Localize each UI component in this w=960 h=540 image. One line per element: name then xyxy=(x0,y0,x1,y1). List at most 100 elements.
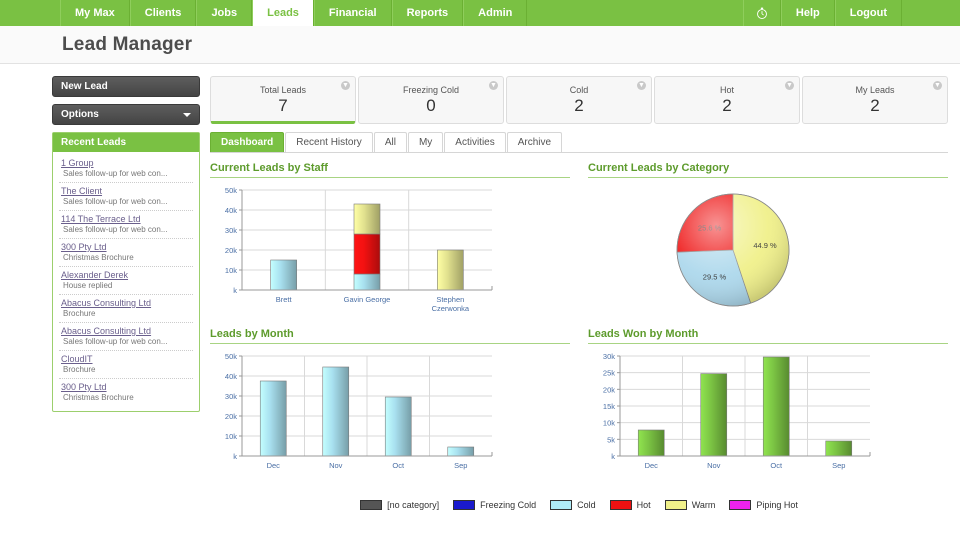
close-icon[interactable]: ▼ xyxy=(341,81,350,90)
recent-leads-heading: Recent Leads xyxy=(53,133,199,152)
nav-left-spacer xyxy=(0,0,60,26)
stat-card-hot[interactable]: ▼ Hot 2 xyxy=(654,76,800,124)
tab-recent-history[interactable]: Recent History xyxy=(285,132,373,152)
chart-title: Current Leads by Category xyxy=(588,162,948,178)
nav-item-leads[interactable]: Leads xyxy=(252,0,314,26)
lead-link[interactable]: Alexander Derek xyxy=(61,270,191,280)
tab-activities[interactable]: Activities xyxy=(444,132,505,152)
chart-grid: Current Leads by Staff k10k20k30k40k50kB… xyxy=(210,162,948,490)
list-item[interactable]: Abacus Consulting Ltd Brochure xyxy=(59,295,193,323)
svg-text:Nov: Nov xyxy=(329,461,343,470)
list-item[interactable]: 300 Pty Ltd Christmas Brochure xyxy=(59,239,193,267)
chart-canvas: k10k20k30k40k50kBrettGavin GeorgeStephen… xyxy=(210,182,570,324)
list-item[interactable]: The Client Sales follow-up for web con..… xyxy=(59,183,193,211)
lead-link[interactable]: 300 Pty Ltd xyxy=(61,242,191,252)
list-item[interactable]: Abacus Consulting Ltd Sales follow-up fo… xyxy=(59,323,193,351)
stat-label: Hot xyxy=(720,85,734,95)
page-title-bar: Lead Manager xyxy=(0,26,960,64)
nav-item-label: Reports xyxy=(407,7,449,19)
nav-item-label: Jobs xyxy=(211,7,237,19)
stat-card-total-leads[interactable]: ▼ Total Leads 7 xyxy=(210,76,356,124)
legend-label: Cold xyxy=(577,500,596,510)
tab-label: Activities xyxy=(455,137,494,148)
lead-link[interactable]: 114 The Terrace Ltd xyxy=(61,214,191,224)
nav-item-my-max[interactable]: My Max xyxy=(60,0,130,26)
stopwatch-icon[interactable] xyxy=(743,0,781,26)
lead-link[interactable]: The Client xyxy=(61,186,191,196)
close-icon[interactable]: ▼ xyxy=(785,81,794,90)
close-icon[interactable]: ▼ xyxy=(489,81,498,90)
options-dropdown[interactable]: Options xyxy=(52,104,200,125)
nav-item-admin[interactable]: Admin xyxy=(463,0,527,26)
legend-entry-freezing-cold: Freezing Cold xyxy=(453,500,536,510)
lead-link[interactable]: Abacus Consulting Ltd xyxy=(61,326,191,336)
lead-link[interactable]: Abacus Consulting Ltd xyxy=(61,298,191,308)
svg-text:Czerwonka: Czerwonka xyxy=(432,304,470,313)
list-item[interactable]: 300 Pty Ltd Christmas Brochure xyxy=(59,379,193,406)
nav-item-label: Admin xyxy=(478,7,512,19)
new-lead-button[interactable]: New Lead xyxy=(52,76,200,97)
list-item[interactable]: 114 The Terrace Ltd Sales follow-up for … xyxy=(59,211,193,239)
stat-card-my-leads[interactable]: ▼ My Leads 2 xyxy=(802,76,948,124)
list-item[interactable]: Alexander Derek House replied xyxy=(59,267,193,295)
svg-text:20k: 20k xyxy=(225,246,237,255)
close-icon[interactable]: ▼ xyxy=(933,81,942,90)
close-icon[interactable]: ▼ xyxy=(637,81,646,90)
nav-right-spacer xyxy=(902,0,960,26)
nav-item-jobs[interactable]: Jobs xyxy=(196,0,252,26)
nav-item-clients[interactable]: Clients xyxy=(130,0,197,26)
category-pie-chart-svg: 44.9 %29.5 %25.6 % xyxy=(588,182,878,322)
stat-card-cold[interactable]: ▼ Cold 2 xyxy=(506,76,652,124)
lead-link[interactable]: CloudIT xyxy=(61,354,191,364)
svg-text:Nov: Nov xyxy=(707,461,721,470)
help-label: Help xyxy=(796,7,820,19)
tab-dashboard[interactable]: Dashboard xyxy=(210,132,284,152)
leads-by-month-bar-chart-svg: k10k20k30k40k50kDecNovOctSep xyxy=(210,348,500,488)
new-lead-label: New Lead xyxy=(61,81,108,92)
tab-bar: Dashboard Recent History All My Activiti… xyxy=(210,132,948,153)
legend-label: [no category] xyxy=(387,500,439,510)
svg-text:Dec: Dec xyxy=(645,461,659,470)
legend-entry-hot: Hot xyxy=(610,500,651,510)
tab-all[interactable]: All xyxy=(374,132,407,152)
list-item[interactable]: CloudIT Brochure xyxy=(59,351,193,379)
stat-card-freezing-cold[interactable]: ▼ Freezing Cold 0 xyxy=(358,76,504,124)
nav-item-financial[interactable]: Financial xyxy=(314,0,392,26)
svg-text:40k: 40k xyxy=(225,372,237,381)
stat-value: 7 xyxy=(278,96,287,116)
lead-description: Brochure xyxy=(61,365,191,374)
nav-item-reports[interactable]: Reports xyxy=(392,0,464,26)
top-navigation-bar: My Max Clients Jobs Leads Financial Repo… xyxy=(0,0,960,26)
tab-label: My xyxy=(419,137,432,148)
tab-my[interactable]: My xyxy=(408,132,443,152)
help-link[interactable]: Help xyxy=(781,0,835,26)
list-item[interactable]: 1 Group Sales follow-up for web con... xyxy=(59,155,193,183)
tab-label: Recent History xyxy=(296,137,362,148)
svg-text:20k: 20k xyxy=(225,412,237,421)
svg-text:10k: 10k xyxy=(225,432,237,441)
legend-label: Hot xyxy=(637,500,651,510)
tab-archive[interactable]: Archive xyxy=(507,132,562,152)
chart-current-leads-by-category: Current Leads by Category 44.9 %29.5 %25… xyxy=(588,162,948,324)
svg-text:Oct: Oct xyxy=(770,461,783,470)
legend-label: Freezing Cold xyxy=(480,500,536,510)
legend-swatch xyxy=(610,500,632,510)
svg-text:20k: 20k xyxy=(603,385,615,394)
chevron-down-icon xyxy=(183,113,191,117)
chart-current-leads-by-staff: Current Leads by Staff k10k20k30k40k50kB… xyxy=(210,162,570,324)
lead-description: House replied xyxy=(61,281,191,290)
stat-value: 2 xyxy=(870,96,879,116)
legend-swatch xyxy=(453,500,475,510)
lead-link[interactable]: 1 Group xyxy=(61,158,191,168)
chart-title: Current Leads by Staff xyxy=(210,162,570,178)
svg-text:Sep: Sep xyxy=(832,461,845,470)
stat-label: Total Leads xyxy=(260,85,306,95)
legend-swatch xyxy=(729,500,751,510)
logout-link[interactable]: Logout xyxy=(835,0,902,26)
svg-text:30k: 30k xyxy=(225,226,237,235)
tab-label: All xyxy=(385,137,396,148)
lead-link[interactable]: 300 Pty Ltd xyxy=(61,382,191,392)
legend-swatch xyxy=(665,500,687,510)
svg-text:10k: 10k xyxy=(225,266,237,275)
legend-swatch xyxy=(550,500,572,510)
